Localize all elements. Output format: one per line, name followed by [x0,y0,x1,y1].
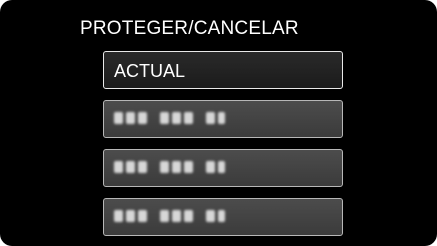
menu-item-date-2[interactable] [103,149,343,187]
blurred-date-text [114,210,225,222]
blurred-date-text [114,112,225,124]
camera-menu-screen: PROTEGER/CANCELAR ACTUAL [0,0,437,246]
blurred-date-text [114,161,225,173]
menu-item-actual[interactable]: ACTUAL [103,51,343,89]
menu-title: PROTEGER/CANCELAR [80,18,299,39]
menu-item-date-1[interactable] [103,100,343,138]
menu-item-date-3[interactable] [103,198,343,236]
menu-item-label: ACTUAL [114,61,186,81]
